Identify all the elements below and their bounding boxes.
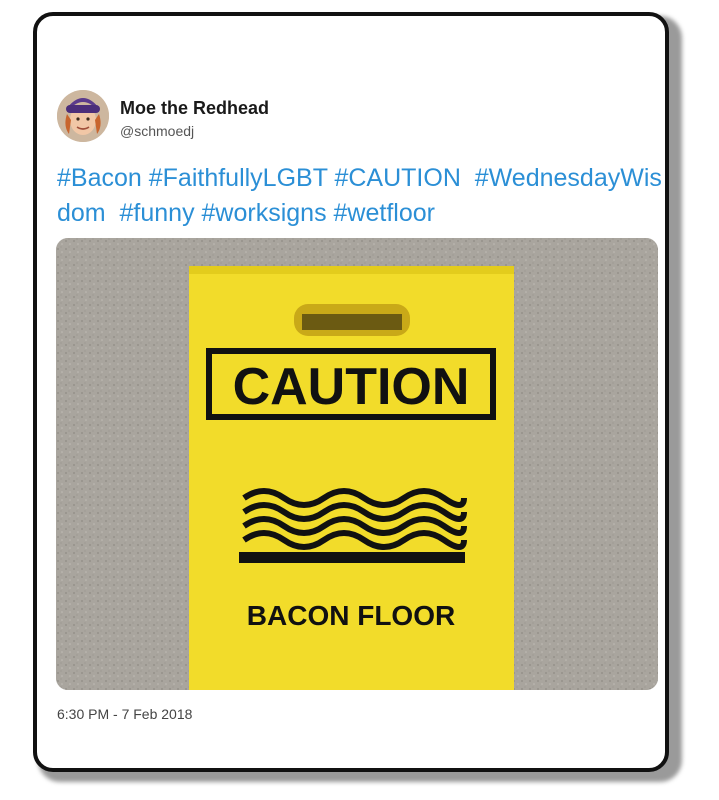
author-name[interactable]: Moe the Redhead [120,98,269,119]
sign-floor-line [239,552,465,563]
sign-caption: BACON FLOOR [247,600,455,631]
author-handle[interactable]: @schmoedj [120,123,194,139]
tweet-photo[interactable]: CAUTION BACON FLOOR [56,238,658,690]
tweet-timestamp[interactable]: 6:30 PM - 7 Feb 2018 [57,706,192,722]
avatar[interactable] [57,90,109,142]
profile-photo-icon [57,90,109,142]
tweet-text[interactable]: #Bacon #FaithfullyLGBT #CAUTION #Wednesd… [57,161,667,231]
tweet-card: Moe the Redhead @schmoedj #Bacon #Faithf… [33,12,669,772]
sign-heading: CAUTION [233,358,470,416]
tweet-header: Moe the Redhead @schmoedj [57,90,617,144]
caution-sign-image: CAUTION BACON FLOOR [56,238,658,690]
